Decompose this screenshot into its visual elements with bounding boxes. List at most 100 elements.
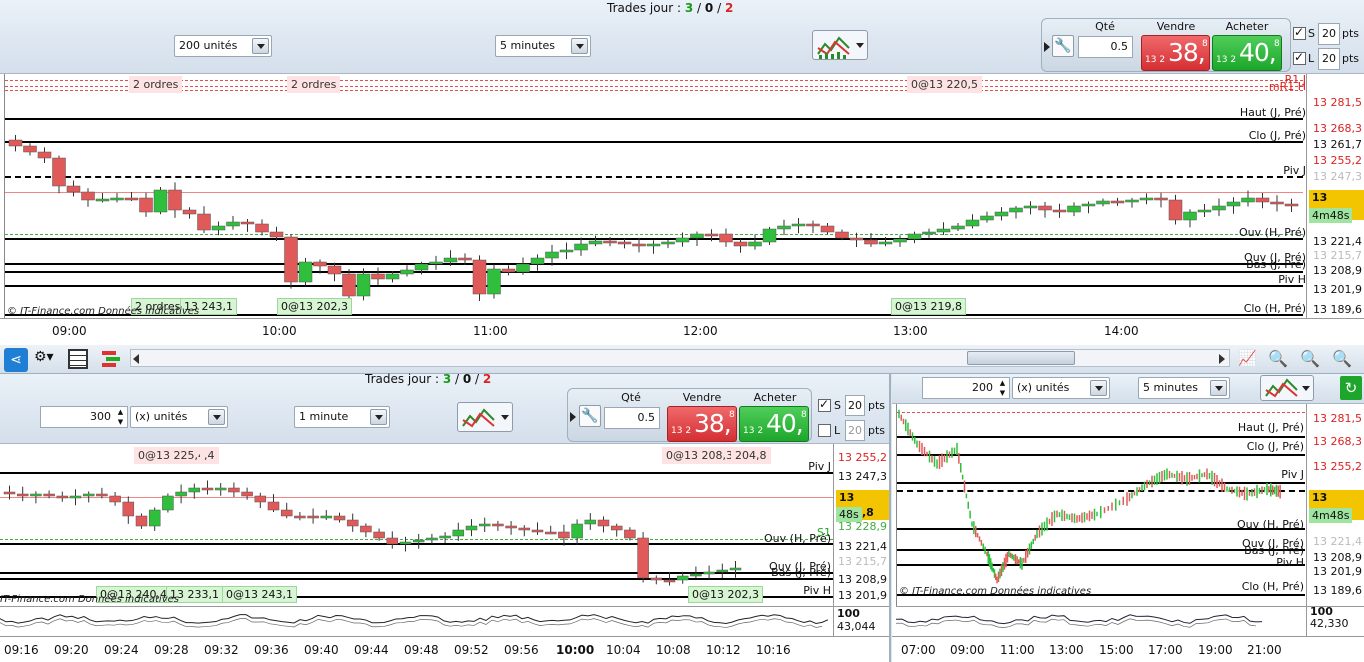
stop-checkbox[interactable]	[1293, 25, 1306, 40]
chevron-down-icon[interactable]	[571, 38, 588, 54]
refresh-icon[interactable]: ↻	[1340, 376, 1362, 400]
bl-unit-select[interactable]: (x) unités	[130, 406, 228, 428]
share-icon[interactable]: ⋖	[4, 348, 28, 372]
scroll-right-icon[interactable]	[1219, 354, 1225, 364]
candle-body	[472, 259, 487, 295]
candle-body	[1270, 201, 1284, 205]
sell-button[interactable]: 13 2 38, 8	[667, 406, 737, 442]
qte-input[interactable]: 0.5	[604, 407, 660, 429]
zoom-out-icon[interactable]: 🔍	[1300, 349, 1324, 371]
buy-button[interactable]: 13 2 40, 8	[739, 406, 809, 442]
time-label: 09:32	[204, 643, 239, 657]
bl-chart-area[interactable]: 0@13 225,4 ,4 0@13 208,3 204,8 Piv J S1 …	[0, 444, 833, 606]
stop-checkbox[interactable]	[818, 397, 831, 412]
top-interval-select[interactable]: 5 minutes	[495, 35, 591, 57]
indicator-tool-icon[interactable]: 📈	[1238, 349, 1260, 371]
br-price-scale[interactable]: 13 281,5 13 268,3 13 255,2 13 239,8 4m48…	[1306, 404, 1364, 606]
candle-body	[342, 273, 356, 297]
stepper-arrows-icon[interactable]: ▲ ▼	[114, 407, 127, 427]
osc-top-label: 100	[837, 607, 860, 620]
chevron-down-icon[interactable]	[501, 415, 509, 420]
br-interval-select[interactable]: 5 minutes	[1138, 377, 1230, 399]
oscillator-line	[895, 614, 1263, 628]
top-trades-counter: Trades jour : 3 / 0 / 2	[607, 1, 734, 15]
fill-tag[interactable]: 0@13 219,8	[891, 298, 966, 315]
stop-input[interactable]: 20	[845, 395, 865, 416]
indicators-button[interactable]	[812, 30, 868, 60]
br-chart-area[interactable]: Haut (J, Pré) Clo (J, Pré) Piv J Ouv (H,…	[896, 404, 1306, 606]
collapse-arrow-icon[interactable]	[1044, 42, 1050, 52]
top-quantity-select[interactable]: 200 unités	[174, 35, 272, 57]
wrench-icon[interactable]: 🔧	[1052, 35, 1074, 57]
chevron-down-icon[interactable]	[370, 409, 387, 425]
candle-body	[135, 515, 148, 527]
zoom-fit-icon[interactable]: 🔍	[1268, 349, 1292, 371]
br-unit-select[interactable]: (x) unités	[1012, 377, 1110, 399]
candle-body	[188, 487, 201, 493]
candle-body	[241, 491, 253, 497]
candle-body	[168, 189, 182, 211]
br-oscillator[interactable]	[895, 606, 1306, 636]
scrollbar[interactable]	[130, 349, 1230, 367]
limit-input[interactable]: 20	[845, 420, 865, 441]
limit-checkbox[interactable]	[1293, 50, 1306, 65]
indicators-button[interactable]	[457, 402, 513, 432]
stepper-arrows-icon[interactable]: ▲ ▼	[996, 378, 1009, 398]
candle-body	[267, 501, 280, 511]
scroll-thumb[interactable]	[967, 351, 1075, 365]
indicators-button[interactable]	[1260, 375, 1314, 401]
candlestick-settings-icon[interactable]: ⚙▾	[34, 349, 60, 371]
candle-body	[414, 263, 429, 271]
layers-icon[interactable]	[100, 349, 122, 369]
fill-tag[interactable]: 0@13 243,1	[222, 586, 297, 603]
sell-button[interactable]: 13 2 38, 8	[1141, 35, 1210, 71]
chevron-down-icon[interactable]	[856, 43, 864, 48]
chevron-down-icon[interactable]	[1302, 386, 1310, 391]
time-label: 09:16	[4, 643, 39, 657]
chevron-down-icon[interactable]	[208, 409, 225, 425]
candle-body	[478, 523, 491, 527]
price-label: 13 255,2	[1313, 154, 1362, 167]
candle-body	[385, 273, 400, 280]
fill-tag[interactable]: 0@13 202,3	[277, 298, 352, 315]
chevron-down-icon[interactable]	[1090, 380, 1107, 396]
candle-body	[153, 189, 168, 213]
br-osc-scale: 100 42,330	[1306, 605, 1364, 636]
collapse-arrow-icon[interactable]	[570, 412, 576, 422]
limit-input[interactable]: 20	[1318, 48, 1340, 70]
bl-interval-select[interactable]: 1 minute	[294, 406, 390, 428]
candle-body	[632, 243, 646, 247]
time-label: 10:12	[706, 643, 741, 657]
qte-label: Qté	[1095, 20, 1115, 33]
bl-trades-counter: Trades jour : 3 / 0 / 2	[365, 372, 492, 386]
fill-tag[interactable]: 0@13 202,3	[688, 586, 763, 603]
candle-body	[182, 209, 197, 215]
time-label: 09:52	[454, 643, 489, 657]
candle-body	[1009, 207, 1023, 213]
chevron-down-icon[interactable]	[252, 38, 269, 54]
oscillator-path	[0, 614, 829, 625]
top-chart-area[interactable]: 2 ordres 2 ordres 0@13 220,5 R1 J mR1 H …	[4, 73, 1306, 318]
candle-body	[690, 233, 704, 239]
candle-body	[1139, 197, 1154, 201]
price-label: 13 247,3	[838, 470, 887, 483]
candle-body	[255, 223, 269, 233]
candle-body	[43, 493, 55, 497]
qte-input[interactable]: 0.5	[1078, 36, 1133, 58]
limit-checkbox[interactable]	[818, 424, 831, 437]
bl-oscillator[interactable]	[0, 606, 833, 636]
top-price-scale[interactable]: 13 281,5 13 268,3 13 261,7 13 255,2 13 2…	[1306, 74, 1364, 318]
bl-time-axis: 09:16 09:20 09:24 09:28 09:32 09:36 09:4…	[0, 636, 889, 662]
bl-price-scale[interactable]: 13 255,2 13 247,3 13 239,8 48s 13 228,9 …	[833, 444, 889, 606]
stop-input[interactable]: 20	[1318, 23, 1340, 45]
candle-body	[66, 185, 81, 193]
wrench-icon[interactable]: 🔧	[579, 405, 601, 427]
chevron-down-icon[interactable]	[1210, 380, 1227, 396]
scroll-left-icon[interactable]	[133, 354, 139, 364]
candle-body	[412, 539, 425, 543]
price-label: 13 268,3	[1313, 435, 1362, 448]
grid-icon[interactable]	[68, 349, 88, 369]
buy-button[interactable]: 13 2 40, 8	[1212, 35, 1282, 71]
zoom-in-icon[interactable]: 🔍	[1332, 349, 1356, 371]
osc-value-label: 42,330	[1310, 617, 1349, 630]
